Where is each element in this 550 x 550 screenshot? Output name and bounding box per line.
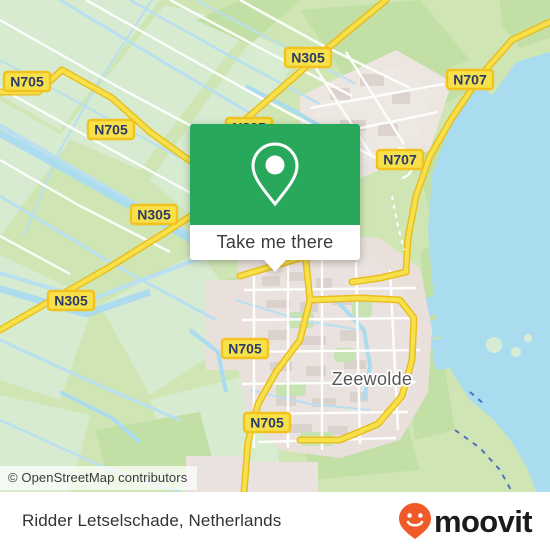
take-me-there-popup[interactable]: Take me there	[190, 124, 360, 272]
road-shield-label: N705	[10, 74, 44, 90]
moovit-wordmark: moovit	[433, 503, 533, 539]
road-shield-n707-5: N707	[375, 148, 425, 171]
osm-attribution[interactable]: © OpenStreetMap contributors	[0, 466, 198, 490]
location-pin-icon	[251, 141, 299, 206]
road-shield-label: N305	[291, 50, 325, 66]
road-shield-label: N705	[94, 122, 128, 138]
popup-action-bar[interactable]: Take me there	[190, 225, 360, 272]
road-shield-label: N305	[137, 207, 171, 223]
footer-bar: Ridder Letselschade, Netherlands moovit	[0, 492, 550, 550]
popup-pointer	[264, 260, 286, 272]
road-shield-n707-4: N707	[445, 68, 495, 91]
road-shield-n305-6: N305	[129, 203, 179, 226]
take-me-there-label: Take me there	[216, 232, 334, 252]
map-screenshot: Zeewolde N705N705N305N305N707N707N305N30…	[0, 0, 550, 550]
popup-icon-area	[190, 124, 360, 225]
map-canvas[interactable]: Zeewolde N705N705N305N305N707N707N305N30…	[0, 0, 550, 492]
road-shield-label: N705	[228, 341, 262, 357]
road-shield-label: N305	[54, 293, 88, 309]
moovit-brand[interactable]: moovit	[398, 492, 533, 550]
road-shield-n705-8: N705	[220, 337, 270, 360]
road-shield-label: N707	[453, 72, 487, 88]
road-shield-label: N707	[383, 152, 417, 168]
road-shield-n305-2: N305	[283, 46, 333, 69]
moovit-smiley-pin-icon	[398, 503, 431, 539]
place-label-zeewolde: Zeewolde	[332, 369, 412, 389]
road-shield-n305-7: N305	[46, 289, 96, 312]
footer-place-title: Ridder Letselschade, Netherlands	[22, 511, 282, 530]
road-shield-n705-9: N705	[242, 411, 292, 434]
road-shield-n705-1: N705	[86, 118, 136, 141]
road-shield-label: N705	[250, 415, 284, 431]
road-shield-n705-0: N705	[2, 70, 52, 93]
